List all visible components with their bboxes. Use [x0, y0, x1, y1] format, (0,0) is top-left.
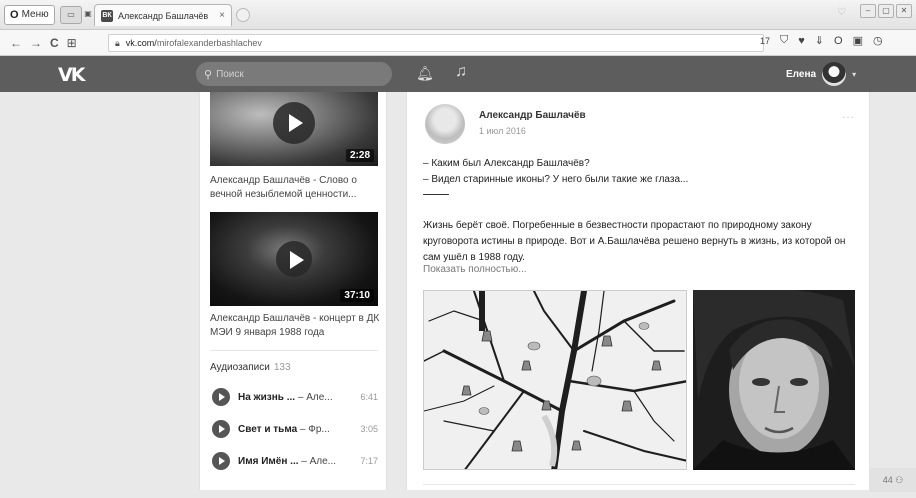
search-input[interactable]: ⚲ Поиск [196, 62, 392, 86]
extension-count: 17 [760, 35, 771, 46]
browser-tab-strip: O Меню ▭ ▣ ВК Александр Башлачёв × ♡ – ▢… [0, 0, 916, 30]
track-title: Имя Имён ... – Але... [238, 455, 337, 467]
track-time: 6:41 [360, 392, 378, 402]
post-author-name[interactable]: Александр Башлачёв [479, 110, 586, 121]
video-duration: 37:10 [340, 289, 374, 302]
browser-nav: ← → C ⊞ [0, 36, 108, 50]
back-arrow-icon[interactable]: ← [10, 36, 22, 50]
post-photo-portrait[interactable] [693, 290, 855, 470]
post-line: – Видел старинные иконы? У него были так… [423, 174, 689, 185]
post-photo-branches[interactable] [423, 290, 687, 470]
branches-illustration [424, 291, 686, 469]
page-counter: 44 ⚇ [870, 468, 916, 492]
tab-title: Александр Башлачёв [118, 10, 209, 21]
track-title: Свет и тьма – Фр... [238, 423, 330, 435]
search-placeholder: Поиск [216, 68, 244, 80]
download-icon[interactable]: ⇓ [815, 34, 824, 47]
speed-dial-icon[interactable]: ⊞ [67, 36, 77, 50]
close-window-button[interactable]: ✕ [896, 4, 912, 18]
divider [210, 350, 378, 351]
audio-heading[interactable]: Аудиозаписи 133 [210, 362, 291, 373]
post-body: Жизнь берёт своё. Погребенные в безвестн… [423, 220, 846, 263]
heart-icon[interactable]: ♡ [837, 7, 846, 18]
new-tab-button[interactable] [236, 8, 250, 22]
video-title[interactable]: Александр Башлачёв - концерт в ДК МЭИ 9 … [210, 312, 380, 340]
browser-menu-button[interactable]: O Меню [4, 5, 55, 25]
window-controls: – ▢ ✕ [860, 4, 912, 18]
active-tab[interactable]: ВК Александр Башлачёв × [94, 4, 232, 26]
browser-toolbar: ← → C ⊞ 🔒︎ vk.com/mirofalexanderbashlach… [0, 30, 916, 56]
audio-track[interactable]: Имя Имён ... – Але... 7:17 [212, 450, 378, 472]
music-note-icon[interactable]: ♫ [455, 63, 467, 81]
portrait-illustration [693, 290, 855, 470]
person-icon: ⚇ [895, 475, 904, 485]
notifications-bell-icon[interactable]: 🔔︎ [416, 65, 434, 82]
address-bar[interactable]: 🔒︎ vk.com/mirofalexanderbashlachev [108, 34, 764, 52]
pinned-tab[interactable]: ▭ [60, 6, 82, 24]
user-name: Елена [786, 68, 817, 80]
user-menu[interactable]: Елена ▾ [786, 62, 856, 86]
play-icon[interactable] [273, 102, 315, 145]
forward-arrow-icon[interactable]: → [30, 36, 42, 50]
bookmark-heart-icon[interactable]: ♥ [798, 35, 805, 47]
track-title: На жизнь ... – Але... [238, 391, 333, 403]
post-divider [423, 484, 855, 485]
lock-icon: 🔒︎ [115, 37, 120, 48]
post-author-avatar[interactable] [425, 104, 465, 144]
wall-post: Александр Башлачёв 1 июл 2016 ··· – Каки… [406, 92, 870, 490]
chevron-down-icon: ▾ [852, 69, 857, 79]
post-separator [423, 194, 449, 195]
play-icon[interactable] [212, 388, 230, 406]
history-icon[interactable]: ◷ [873, 34, 883, 47]
pinned-tab-icon[interactable]: ▣ [84, 6, 92, 24]
shield-icon[interactable]: ⛉ [780, 34, 788, 47]
reload-icon[interactable]: C [50, 36, 59, 50]
video-duration: 2:28 [345, 149, 374, 162]
search-icon: ⚲ [204, 68, 213, 81]
snapshot-icon[interactable]: ▣ [853, 34, 863, 47]
toolbar-right-icons: 17 ⛉ ♥ ⇓ O ▣ ◷ [760, 34, 883, 47]
video-title[interactable]: Александр Башлачёв - Слово о вечной незы… [210, 174, 380, 202]
left-column: 2:28 Александр Башлачёв - Слово о вечной… [199, 92, 387, 490]
show-more-link[interactable]: Показать полностью... [423, 264, 527, 275]
post-line: – Каким был Александр Башлачёв? [423, 158, 590, 169]
play-icon[interactable] [212, 420, 230, 438]
video-thumbnail[interactable]: 2:28 [210, 92, 378, 166]
opera-logo-icon: O [10, 9, 19, 21]
vk-header: VK ⚲ Поиск 🔔︎ ♫ Елена ▾ [0, 56, 916, 92]
audio-track[interactable]: Свет и тьма – Фр... 3:05 [212, 418, 378, 440]
track-time: 3:05 [360, 424, 378, 434]
vk-logo[interactable]: VK [58, 64, 85, 86]
post-menu-icon[interactable]: ··· [842, 112, 855, 123]
post-text-lines: – Каким был Александр Башлачёв? – Видел … [423, 156, 855, 188]
browser-menu-label: Меню [21, 9, 49, 20]
play-icon[interactable] [276, 241, 312, 277]
minimize-button[interactable]: – [860, 4, 876, 18]
opera-icon[interactable]: O [834, 35, 843, 47]
maximize-button[interactable]: ▢ [878, 4, 894, 18]
audio-count: 133 [273, 362, 291, 373]
url-text: vk.com/mirofalexanderbashlachev [125, 38, 262, 48]
post-date[interactable]: 1 июл 2016 [479, 126, 526, 136]
vk-favicon-icon: ВК [101, 9, 113, 22]
play-icon[interactable] [212, 452, 230, 470]
tab-close-icon[interactable]: × [219, 10, 225, 21]
track-time: 7:17 [360, 456, 378, 466]
audio-track[interactable]: На жизнь ... – Але... 6:41 [212, 386, 378, 408]
user-avatar [822, 62, 847, 86]
video-thumbnail[interactable]: 37:10 [210, 212, 378, 306]
